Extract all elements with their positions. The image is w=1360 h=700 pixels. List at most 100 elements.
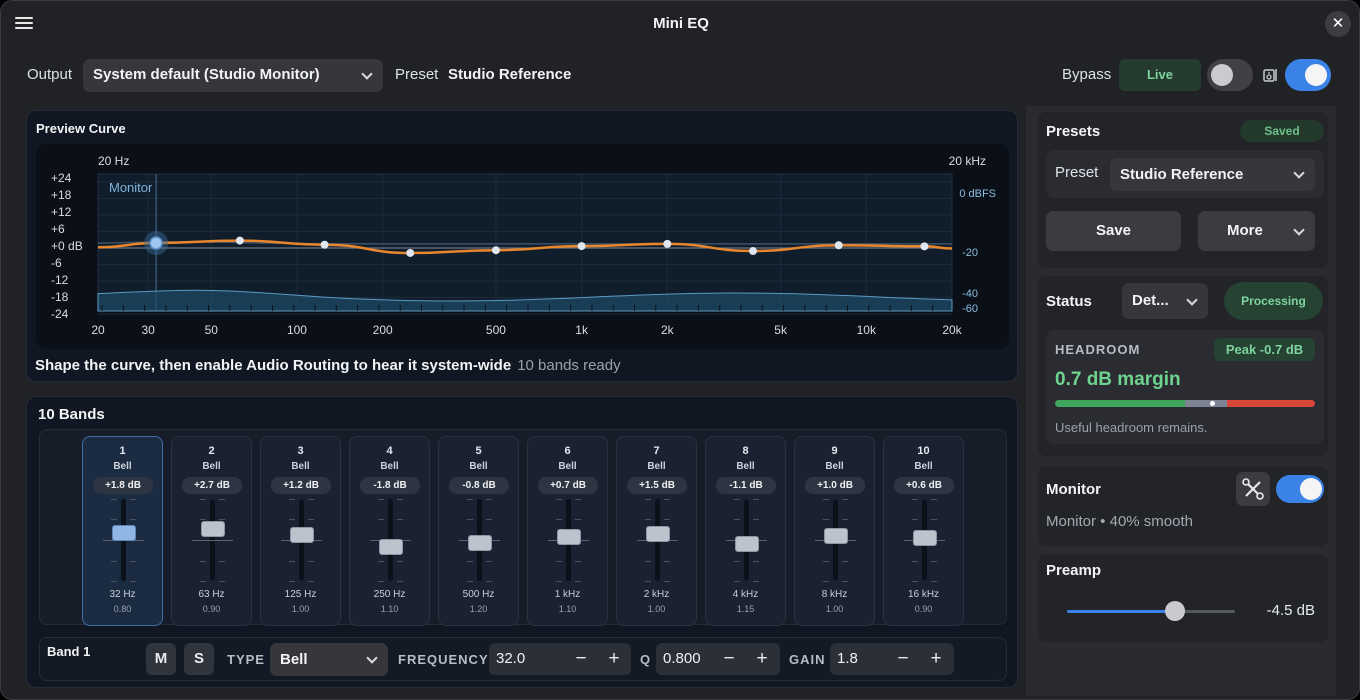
band-type: Bell — [113, 461, 132, 472]
band-handle-7 — [663, 239, 672, 248]
bypass-toggle[interactable] — [1207, 59, 1253, 91]
band-strip-1[interactable]: 1 Bell +1.8 dB 32 Hz 0.80 — [82, 436, 163, 626]
band-handle-6 — [577, 242, 586, 251]
db-tick-label: +0 dB — [51, 239, 83, 253]
band-strip-9[interactable]: 9 Bell +1.0 dB 8 kHz 1.00 — [794, 436, 875, 626]
slider-tick — [289, 499, 295, 500]
mute-button[interactable]: M — [146, 643, 176, 675]
band-gain-thumb[interactable] — [913, 529, 937, 546]
band-gain-thumb[interactable] — [557, 529, 581, 546]
band-handle-2 — [235, 236, 244, 245]
eq-graph-svg: 20 Hz 20 kHz Monitor +24 +18 +12 +6 +0 dB -6 -12 -… — [51, 154, 996, 337]
q-decrement-button[interactable]: − — [713, 643, 745, 675]
band-strip-6[interactable]: 6 Bell +0.7 dB 1 kHz 1.10 — [527, 436, 608, 626]
toggle-knob — [1211, 64, 1233, 86]
slider-tick — [823, 499, 829, 500]
chevron-down-icon — [366, 652, 378, 664]
more-button[interactable]: More — [1198, 211, 1315, 251]
band-strip-8[interactable]: 8 Bell -1.1 dB 4 kHz 1.15 — [705, 436, 786, 626]
band-gain-thumb[interactable] — [468, 535, 492, 552]
preset-dropdown[interactable]: Studio Reference — [1110, 158, 1315, 191]
monitor-toggle[interactable] — [1276, 475, 1324, 503]
gain-decrement-button[interactable]: − — [887, 643, 919, 675]
band-strip-7[interactable]: 7 Bell +1.5 dB 2 kHz 1.00 — [616, 436, 697, 626]
band-type: Bell — [202, 461, 221, 472]
slider-tick — [397, 581, 403, 582]
band-gain-thumb[interactable] — [824, 528, 848, 544]
band-gain-badge: +1.5 dB — [627, 477, 687, 494]
band-q: 0.90 — [914, 604, 933, 614]
slider-tick — [556, 561, 562, 562]
slider-tick — [308, 519, 314, 520]
headroom-margin: 0.7 dB margin — [1055, 369, 1181, 390]
gain-increment-button[interactable]: + — [920, 643, 952, 675]
frequency-increment-button[interactable]: + — [598, 643, 630, 675]
band-strip-5[interactable]: 5 Bell -0.8 dB 500 Hz 1.20 — [438, 436, 519, 626]
band-gain-thumb[interactable] — [290, 527, 314, 544]
slider-tick — [308, 581, 314, 582]
q-spinbox[interactable]: 0.800 − + — [656, 643, 780, 675]
band-strip-2[interactable]: 2 Bell +2.7 dB 63 Hz 0.90 — [171, 436, 252, 626]
slider-tick — [664, 499, 670, 500]
slider-tick — [467, 581, 473, 582]
close-icon[interactable]: ✕ — [1325, 11, 1351, 37]
band-q: 1.00 — [291, 604, 310, 614]
slider-tick — [486, 581, 492, 582]
band-gain-thumb[interactable] — [646, 526, 670, 542]
dbfs-tick-label: -40 — [962, 288, 978, 300]
save-button[interactable]: Save — [1046, 211, 1181, 251]
slider-tick — [556, 519, 562, 520]
band-frequency: 1 kHz — [554, 589, 581, 600]
solo-button[interactable]: S — [184, 643, 214, 675]
dbfs-tick-label: 0 dBFS — [959, 188, 996, 200]
band-gain-thumb[interactable] — [201, 521, 225, 538]
freq-tick-label: 1k — [575, 323, 589, 337]
frequency-decrement-button[interactable]: − — [565, 643, 597, 675]
preamp-card: Preamp -4.5 dB — [1038, 554, 1328, 642]
type-dropdown[interactable]: Bell — [270, 643, 388, 676]
slider-tick — [111, 519, 117, 520]
band-editor: Band 1 M S TYPE Bell FREQUENCY 32.0 − + … — [39, 637, 1007, 681]
slider-tick — [378, 561, 384, 562]
status-mode-dropdown[interactable]: Det... — [1122, 283, 1208, 319]
band-gain-badge: -1.8 dB — [360, 477, 420, 494]
slider-tick — [289, 519, 295, 520]
freq-tick-label: 2k — [661, 323, 675, 337]
band-number: 1 — [119, 445, 126, 457]
more-label: More — [1227, 222, 1263, 239]
slider-tick — [823, 561, 829, 562]
gain-spinbox[interactable]: 1.8 − + — [830, 643, 954, 675]
type-label: TYPE — [227, 652, 265, 667]
preset-dropdown-value: Studio Reference — [1120, 166, 1244, 183]
band-gain-thumb[interactable] — [735, 536, 759, 553]
band-q: 1.00 — [825, 604, 844, 614]
preamp-slider-track[interactable] — [1067, 610, 1235, 613]
audio-routing-toggle[interactable] — [1285, 59, 1331, 91]
eq-graph[interactable]: 20 Hz 20 kHz Monitor +24 +18 +12 +6 +0 dB -6 -12 -… — [36, 144, 1009, 349]
output-label: Output — [27, 66, 73, 83]
preamp-slider-thumb[interactable] — [1164, 601, 1185, 621]
band-gain-thumb[interactable] — [112, 524, 136, 541]
band-gain-badge: +1.2 dB — [271, 477, 331, 494]
window-title: Mini EQ — [653, 15, 709, 32]
band-strip-4[interactable]: 4 Bell -1.8 dB 250 Hz 1.10 — [349, 436, 430, 626]
slider-tick — [912, 499, 918, 500]
monitor-settings-button[interactable] — [1236, 472, 1270, 506]
slider-tick — [931, 581, 937, 582]
freq-low-label: 20 Hz — [98, 154, 129, 168]
band-number: 2 — [208, 445, 215, 457]
slider-zero-line — [192, 540, 233, 541]
hint-text: Shape the curve, then enable Audio Routi… — [35, 357, 512, 374]
slider-tick — [219, 499, 225, 500]
bands-panel: 10 Bands 1 Bell +1.8 dB 32 Hz 0.80 2 Bell +2.7 … — [26, 396, 1018, 688]
q-increment-button[interactable]: + — [746, 643, 778, 675]
slider-tick — [931, 499, 937, 500]
meter-current-segment — [1185, 400, 1227, 407]
slider-tick — [378, 519, 384, 520]
band-strip-3[interactable]: 3 Bell +1.2 dB 125 Hz 1.00 — [260, 436, 341, 626]
slider-tick — [823, 519, 829, 520]
frequency-spinbox[interactable]: 32.0 − + — [489, 643, 631, 675]
band-gain-thumb[interactable] — [379, 539, 403, 556]
output-dropdown[interactable]: System default (Studio Monitor) — [83, 59, 383, 92]
band-strip-10[interactable]: 10 Bell +0.6 dB 16 kHz 0.90 — [883, 436, 964, 626]
